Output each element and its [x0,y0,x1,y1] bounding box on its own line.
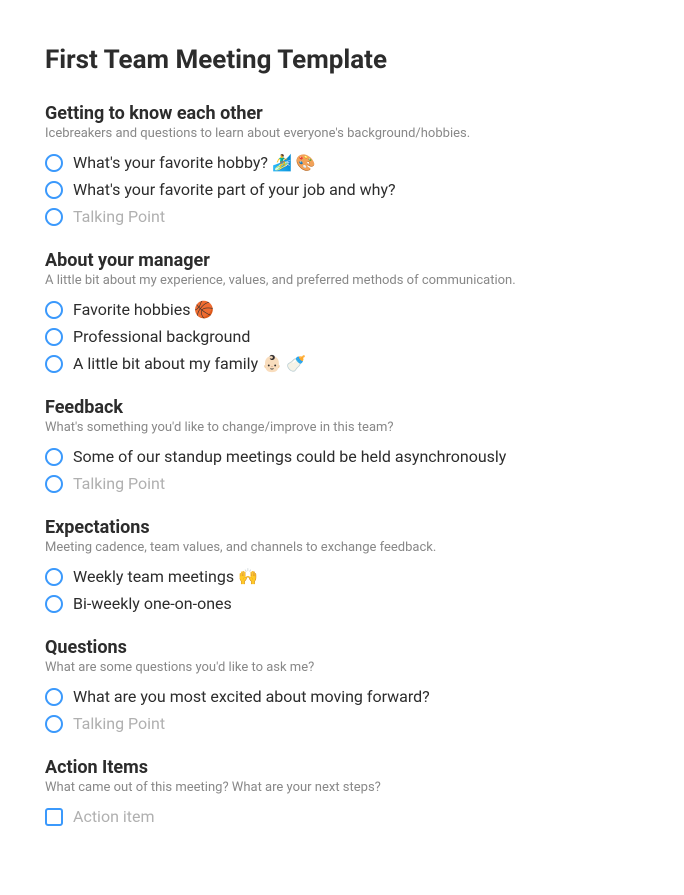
item-text[interactable]: Talking Point [73,714,165,733]
section-desc: What are some questions you'd like to as… [45,660,639,675]
list-item[interactable]: Weekly team meetings 🙌 [45,567,639,586]
item-text[interactable]: Professional background [73,327,250,346]
list-item[interactable]: Professional background [45,327,639,346]
section: About your manager A little bit about my … [45,250,639,373]
list-item[interactable]: What's your favorite part of your job an… [45,180,639,199]
section-title: Expectations [45,517,639,538]
radio-icon[interactable] [45,568,63,586]
radio-icon[interactable] [45,448,63,466]
radio-icon[interactable] [45,154,63,172]
item-text[interactable]: What's your favorite part of your job an… [73,180,396,199]
radio-icon[interactable] [45,355,63,373]
section: Getting to know each other Icebreakers an… [45,103,639,226]
section-title: About your manager [45,250,639,271]
section: Expectations Meeting cadence, team values… [45,517,639,613]
section-desc: What's something you'd like to change/im… [45,420,639,435]
list-item[interactable]: Action item [45,807,639,826]
section-title: Action Items [45,757,639,778]
list-item[interactable]: What are you most excited about moving f… [45,687,639,706]
section-title: Getting to know each other [45,103,639,124]
section: Questions What are some questions you'd l… [45,637,639,733]
list-item[interactable]: Favorite hobbies 🏀 [45,300,639,319]
section-title: Questions [45,637,639,658]
list-item[interactable]: Some of our standup meetings could be he… [45,447,639,466]
section: Feedback What's something you'd like to c… [45,397,639,493]
item-text[interactable]: Talking Point [73,207,165,226]
radio-icon[interactable] [45,301,63,319]
section-desc: Meeting cadence, team values, and channe… [45,540,639,555]
list-item[interactable]: Bi-weekly one-on-ones [45,594,639,613]
list-item[interactable]: A little bit about my family 👶🏻 🍼 [45,354,639,373]
item-text[interactable]: What are you most excited about moving f… [73,687,430,706]
section-desc: A little bit about my experience, values… [45,273,639,288]
radio-icon[interactable] [45,208,63,226]
list-item[interactable]: What's your favorite hobby? 🏄‍♂️ 🎨 [45,153,639,172]
item-text[interactable]: Some of our standup meetings could be he… [73,447,506,466]
item-text[interactable]: What's your favorite hobby? 🏄‍♂️ 🎨 [73,153,316,172]
section-desc: Icebreakers and questions to learn about… [45,126,639,141]
radio-icon[interactable] [45,595,63,613]
section-desc: What came out of this meeting? What are … [45,780,639,795]
checkbox-icon[interactable] [45,808,63,826]
list-item[interactable]: Talking Point [45,207,639,226]
item-text[interactable]: Weekly team meetings 🙌 [73,567,258,586]
radio-icon[interactable] [45,688,63,706]
radio-icon[interactable] [45,715,63,733]
page-title: First Team Meeting Template [45,45,639,75]
section: Action Items What came out of this meetin… [45,757,639,826]
list-item[interactable]: Talking Point [45,714,639,733]
item-text[interactable]: A little bit about my family 👶🏻 🍼 [73,354,306,373]
item-text[interactable]: Talking Point [73,474,165,493]
item-text[interactable]: Action item [73,807,155,826]
item-text[interactable]: Bi-weekly one-on-ones [73,594,232,613]
radio-icon[interactable] [45,181,63,199]
item-text[interactable]: Favorite hobbies 🏀 [73,300,214,319]
list-item[interactable]: Talking Point [45,474,639,493]
sections-container: Getting to know each other Icebreakers an… [45,103,639,826]
radio-icon[interactable] [45,475,63,493]
radio-icon[interactable] [45,328,63,346]
section-title: Feedback [45,397,639,418]
